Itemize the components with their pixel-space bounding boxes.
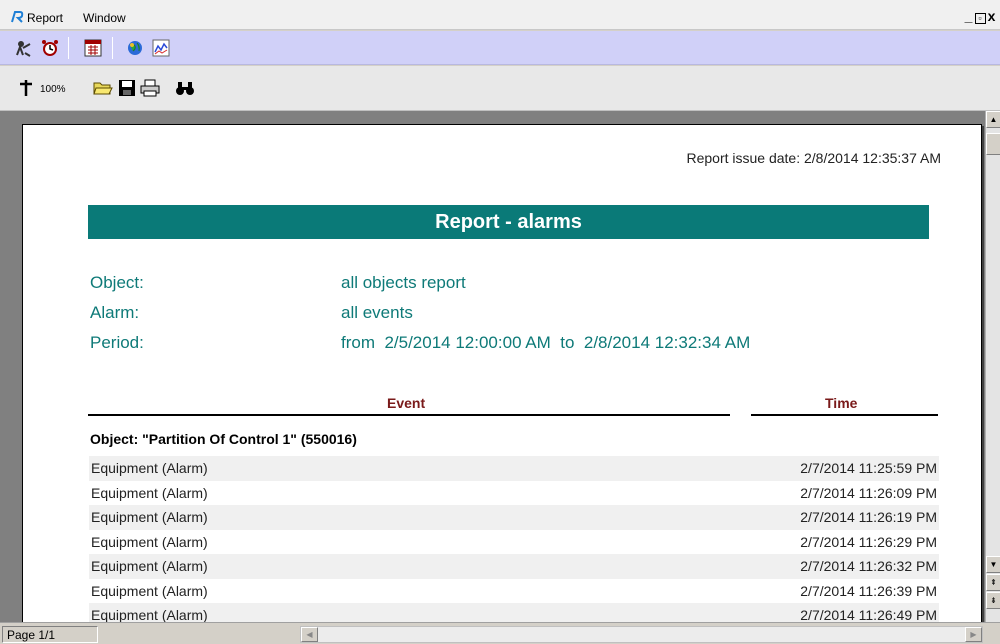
time-cell: 2/7/2014 11:25:59 PM — [800, 460, 937, 477]
table-row: Equipment (Alarm) 2/7/2014 11:25:59 PM — [89, 456, 939, 481]
alarm-clock-icon[interactable] — [40, 38, 60, 58]
time-cell: 2/7/2014 11:26:19 PM — [800, 509, 937, 526]
column-header-event: Event — [387, 395, 426, 411]
zoom-icon[interactable] — [16, 78, 36, 98]
event-cell: Equipment (Alarm) — [91, 582, 208, 599]
find-icon[interactable] — [175, 78, 195, 98]
toolbar-secondary: 100% — [0, 66, 1000, 111]
event-cell: Equipment (Alarm) — [91, 533, 208, 550]
vertical-scrollbar[interactable]: ▲ ▼ ⇞ ⇟ — [985, 111, 1000, 622]
page-indicator: Page 1/1 — [2, 626, 98, 643]
user-icon[interactable] — [14, 38, 34, 58]
globe-icon[interactable] — [125, 38, 145, 58]
open-folder-icon[interactable] — [93, 78, 113, 98]
toolbar-separator — [112, 37, 113, 59]
table-row: Equipment (Alarm) 2/7/2014 11:26:29 PM — [89, 529, 939, 554]
meta-label-object: Object: — [90, 273, 144, 292]
horizontal-scrollbar[interactable]: ◀ ▶ — [300, 626, 983, 643]
page-up-button[interactable]: ⇞ — [986, 574, 1000, 591]
report-issue-date: Report issue date: 2/8/2014 12:35:37 AM — [686, 150, 941, 166]
event-cell: Equipment (Alarm) — [91, 460, 208, 477]
event-cell: Equipment (Alarm) — [91, 607, 208, 622]
scroll-up-button[interactable]: ▲ — [986, 111, 1000, 128]
table-row: Equipment (Alarm) 2/7/2014 11:26:09 PM — [89, 480, 939, 505]
zoom-level[interactable]: 100% — [40, 84, 66, 95]
column-divider-event — [88, 414, 730, 416]
scroll-left-button[interactable]: ◀ — [301, 627, 318, 642]
meta-value-period: from 2/5/2014 12:00:00 AM to 2/8/2014 12… — [341, 333, 751, 352]
meta-value-object: all objects report — [341, 273, 466, 292]
menu-bar: Report Window _ ▫ x — [0, 0, 1000, 30]
report-title: Report - alarms — [88, 205, 929, 239]
scroll-down-button[interactable]: ▼ — [986, 556, 1000, 573]
event-table: Equipment (Alarm) 2/7/2014 11:25:59 PM Eq… — [89, 456, 939, 622]
time-cell: 2/7/2014 11:26:09 PM — [800, 484, 937, 501]
event-cell: Equipment (Alarm) — [91, 509, 208, 526]
event-cell: Equipment (Alarm) — [91, 558, 208, 575]
column-divider-time — [751, 414, 938, 416]
toolbar-separator — [68, 37, 69, 59]
scroll-thumb[interactable] — [986, 133, 1000, 155]
meta-label-period: Period: — [90, 333, 144, 352]
toolbar-primary — [0, 31, 1000, 65]
save-icon[interactable] — [117, 78, 137, 98]
calendar-icon[interactable] — [83, 38, 103, 58]
app-logo-icon — [11, 11, 24, 23]
time-cell: 2/7/2014 11:26:39 PM — [800, 582, 937, 599]
meta-label-alarm: Alarm: — [90, 303, 140, 322]
report-page: Report issue date: 2/8/2014 12:35:37 AM … — [22, 124, 982, 622]
group-title: Object: "Partition Of Control 1" (550016… — [90, 431, 357, 447]
time-cell: 2/7/2014 11:26:32 PM — [800, 558, 937, 575]
event-cell: Equipment (Alarm) — [91, 484, 208, 501]
document-viewport[interactable]: Report issue date: 2/8/2014 12:35:37 AM … — [0, 111, 985, 622]
time-cell: 2/7/2014 11:26:49 PM — [800, 607, 937, 622]
menu-report[interactable]: Report — [27, 11, 63, 25]
table-row: Equipment (Alarm) 2/7/2014 11:26:39 PM — [89, 578, 939, 603]
scroll-right-button[interactable]: ▶ — [965, 627, 982, 642]
print-icon[interactable] — [140, 78, 160, 98]
table-row: Equipment (Alarm) 2/7/2014 11:26:19 PM — [89, 505, 939, 530]
table-row: Equipment (Alarm) 2/7/2014 11:26:49 PM — [89, 603, 939, 622]
minimize-button[interactable]: _ — [963, 8, 975, 24]
table-row: Equipment (Alarm) 2/7/2014 11:26:32 PM — [89, 554, 939, 579]
window-controls: _ ▫ x — [963, 8, 998, 24]
menu-window[interactable]: Window — [83, 11, 126, 25]
page-down-button[interactable]: ⇟ — [986, 592, 1000, 609]
status-bar: Page 1/1 ◀ ▶ — [0, 622, 1000, 644]
restore-button[interactable]: ▫ — [975, 13, 986, 24]
close-button[interactable]: x — [986, 8, 998, 24]
column-header-time: Time — [825, 395, 858, 411]
chart-icon[interactable] — [151, 38, 171, 58]
time-cell: 2/7/2014 11:26:29 PM — [800, 533, 937, 550]
meta-value-alarm: all events — [341, 303, 413, 322]
